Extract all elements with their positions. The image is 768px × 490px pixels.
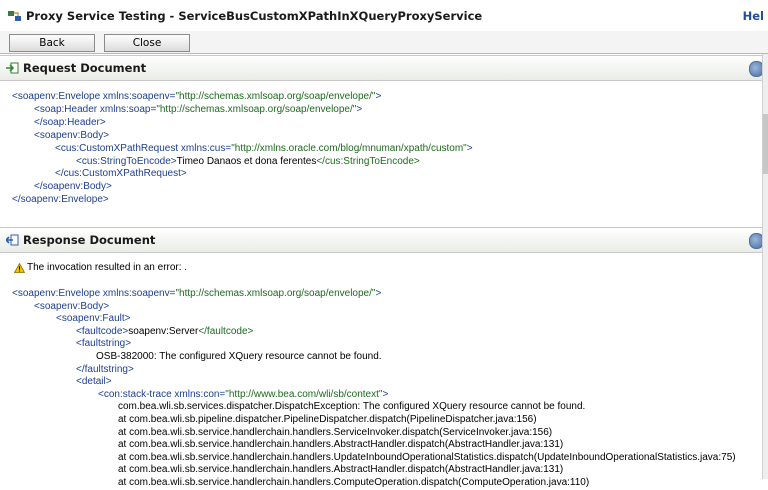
xml-token: Timeo Danaos et dona ferentes bbox=[176, 155, 317, 167]
xml-line: <soapenv:Body> bbox=[34, 301, 109, 314]
xml-line: OSB-382000: The configured XQuery resour… bbox=[96, 351, 382, 364]
xml-token: at com.bea.wli.sb.pipeline.dispatcher.Pi… bbox=[118, 414, 537, 425]
title-bar: Proxy Service Testing - ServiceBusCustom… bbox=[0, 0, 768, 32]
xml-line: at com.bea.wli.sb.pipeline.dispatcher.Pi… bbox=[118, 414, 537, 427]
xml-token: </faultstring> bbox=[76, 363, 134, 375]
xml-token: <faultcode> bbox=[76, 325, 129, 337]
xml-token: xmlns:cus= bbox=[180, 142, 232, 154]
xml-token: > bbox=[466, 142, 473, 154]
xml-token: "http://schemas.xmlsoap.org/soap/envelop… bbox=[156, 103, 357, 115]
page-title: Proxy Service Testing - ServiceBusCustom… bbox=[26, 9, 483, 23]
scrollbar-thumb[interactable] bbox=[763, 114, 768, 174]
xml-token: <soapenv:Envelope bbox=[12, 91, 103, 102]
close-button[interactable]: Close bbox=[104, 34, 190, 52]
xml-token: > bbox=[382, 388, 389, 400]
xml-line: at com.bea.wli.sb.service.handlerchain.h… bbox=[118, 452, 736, 465]
xml-token: <con:stack-trace bbox=[98, 388, 175, 400]
xml-token: > bbox=[356, 103, 363, 115]
xml-line: </soapenv:Body> bbox=[34, 181, 112, 194]
xml-line: <cus:CustomXPathRequest xmlns:cus="http:… bbox=[55, 143, 473, 156]
xml-token: </cus:StringToEncode> bbox=[316, 155, 420, 167]
xml-token: > bbox=[375, 91, 382, 102]
response-document-header: Response Document bbox=[0, 227, 768, 253]
help-link[interactable]: Hel bbox=[743, 9, 764, 23]
scrollbar[interactable] bbox=[762, 54, 768, 479]
xml-token: at com.bea.wli.sb.service.handlerchain.h… bbox=[118, 451, 736, 463]
back-button[interactable]: Back bbox=[9, 34, 95, 52]
xml-token: </soap:Header> bbox=[34, 116, 106, 128]
xml-token: OSB-382000: The configured XQuery resour… bbox=[96, 351, 382, 362]
xml-line: <cus:StringToEncode>Timeo Danaos et dona… bbox=[76, 156, 420, 169]
xml-token: <soapenv:Body> bbox=[34, 300, 110, 312]
xml-token: > bbox=[375, 288, 382, 299]
xml-token: <soapenv:Fault> bbox=[56, 313, 131, 325]
xml-token: xmlns:soapenv= bbox=[102, 288, 176, 299]
xml-token: at com.bea.wli.sb.service.handlerchain.h… bbox=[118, 464, 564, 476]
xml-line: <soapenv:Envelope xmlns:soapenv="http://… bbox=[12, 288, 381, 301]
warning-icon bbox=[14, 263, 25, 273]
xml-line: </faultstring> bbox=[76, 364, 134, 377]
proxy-service-icon bbox=[8, 11, 21, 21]
xml-line: at com.bea.wli.sb.service.handlerchain.h… bbox=[118, 427, 552, 440]
xml-token: xmlns:con= bbox=[174, 388, 226, 400]
xml-token: </faultcode> bbox=[198, 325, 254, 337]
request-arrow-icon bbox=[6, 62, 19, 74]
request-document-title: Request Document bbox=[23, 61, 147, 75]
toolbar: Back Close bbox=[0, 31, 768, 54]
xml-line: </soapenv:Envelope> bbox=[12, 194, 109, 207]
response-arrow-icon bbox=[6, 234, 19, 246]
xml-token: <cus:CustomXPathRequest bbox=[55, 142, 181, 154]
xml-line: at com.bea.wli.sb.service.handlerchain.h… bbox=[118, 439, 563, 452]
error-message: The invocation resulted in an error: . bbox=[27, 262, 188, 273]
xml-token: <soapenv:Body> bbox=[34, 129, 110, 141]
xml-token: "http://xmlns.oracle.com/blog/mnuman/xpa… bbox=[231, 142, 467, 154]
xml-token: at com.bea.wli.sb.service.handlerchain.h… bbox=[118, 439, 564, 451]
xml-line: <faultcode>soapenv:Server</faultcode> bbox=[76, 326, 253, 339]
xml-token: "http://www.bea.com/wli/sb/context" bbox=[225, 388, 383, 400]
xml-line: com.bea.wli.sb.services.dispatcher.Dispa… bbox=[118, 401, 585, 414]
xml-line: </soap:Header> bbox=[34, 117, 106, 130]
xml-token: </cus:CustomXPathRequest> bbox=[55, 168, 187, 180]
xml-line: <soapenv:Fault> bbox=[56, 313, 131, 326]
xml-token: at com.bea.wli.sb.service.handlerchain.h… bbox=[118, 426, 553, 438]
xml-line: <detail> bbox=[76, 376, 112, 389]
xml-token: <faultstring> bbox=[76, 338, 132, 350]
xml-token: xmlns:soap= bbox=[99, 103, 157, 115]
xml-line: <soapenv:Body> bbox=[34, 130, 109, 143]
xml-token: <detail> bbox=[76, 376, 112, 388]
xml-token: xmlns:soapenv= bbox=[102, 91, 176, 102]
xml-line: <soap:Header xmlns:soap="http://schemas.… bbox=[34, 104, 362, 117]
xml-line: <faultstring> bbox=[76, 338, 131, 351]
xml-token: "http://schemas.xmlsoap.org/soap/envelop… bbox=[175, 288, 376, 299]
xml-token: <cus:StringToEncode> bbox=[76, 155, 177, 167]
xml-token: "http://schemas.xmlsoap.org/soap/envelop… bbox=[175, 91, 376, 102]
xml-token: </soapenv:Envelope> bbox=[12, 194, 109, 206]
xml-token: <soapenv:Envelope bbox=[12, 288, 103, 299]
xml-line: </cus:CustomXPathRequest> bbox=[55, 168, 187, 181]
response-document-title: Response Document bbox=[23, 233, 156, 247]
xml-token: com.bea.wli.sb.services.dispatcher.Dispa… bbox=[118, 401, 586, 413]
xml-line: at com.bea.wli.sb.service.handlerchain.h… bbox=[118, 464, 563, 477]
xml-token: </soapenv:Body> bbox=[34, 181, 112, 193]
xml-token: soapenv:Server bbox=[128, 325, 199, 337]
xml-line: <con:stack-trace xmlns:con="http://www.b… bbox=[98, 389, 388, 402]
xml-line: <soapenv:Envelope xmlns:soapenv="http://… bbox=[12, 91, 381, 104]
request-document-header: Request Document bbox=[0, 55, 768, 81]
xml-token: <soap:Header bbox=[34, 103, 100, 115]
